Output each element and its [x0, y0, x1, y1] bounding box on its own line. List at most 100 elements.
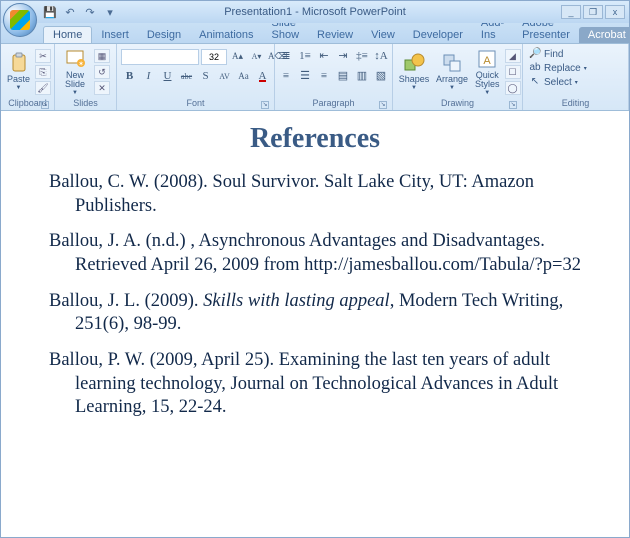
line-spacing-button[interactable]: ‡≡	[354, 48, 371, 65]
align-right-button[interactable]: ≡	[316, 68, 333, 85]
arrange-button[interactable]: Arrange▼	[434, 51, 470, 92]
align-left-button[interactable]: ≡	[278, 68, 295, 85]
shapes-button[interactable]: Shapes▼	[397, 51, 431, 92]
font-name-input[interactable]	[121, 49, 199, 65]
office-button[interactable]	[3, 3, 37, 37]
group-editing-label: Editing	[527, 97, 624, 110]
group-slides: ✶ New Slide ▼ ▦ ↺ ✕ Slides	[55, 44, 117, 110]
reference-entry: Ballou, J. A. (n.d.) , Asynchronous Adva…	[49, 230, 581, 277]
bold-button[interactable]: B	[121, 68, 138, 85]
shapes-icon	[403, 52, 425, 74]
font-size-input[interactable]	[201, 49, 227, 65]
quick-styles-label: Quick Styles	[475, 71, 500, 89]
italic-button[interactable]: I	[140, 68, 157, 85]
copy-button[interactable]: ⎘	[35, 65, 51, 79]
qat-more-icon[interactable]: ▾	[103, 5, 117, 19]
replace-icon: ab	[529, 62, 541, 74]
tab-home[interactable]: Home	[43, 26, 92, 43]
group-paragraph: ≣ 1≡ ⇤ ⇥ ‡≡ ↕A ≡ ☰ ≡ ▤ ▥ ▧ Paragraph↘	[275, 44, 393, 110]
save-icon[interactable]: 💾	[43, 5, 57, 19]
tab-review[interactable]: Review	[308, 27, 362, 43]
group-paragraph-label: Paragraph↘	[279, 97, 388, 110]
format-painter-button[interactable]: 🖌	[35, 81, 51, 95]
decrease-indent-button[interactable]: ⇤	[316, 48, 333, 65]
group-slides-label: Slides	[59, 97, 112, 110]
reference-entry: Ballou, P. W. (2009, April 25). Examinin…	[49, 349, 581, 420]
cut-button[interactable]: ✂	[35, 49, 51, 63]
shadow-button[interactable]: S	[197, 68, 214, 85]
new-slide-button[interactable]: ✶ New Slide ▼	[59, 47, 91, 97]
new-slide-label: New Slide	[65, 71, 85, 89]
slide-title: References	[49, 123, 581, 155]
minimize-button[interactable]: _	[561, 5, 581, 19]
dialog-launcher-icon[interactable]: ↘	[379, 101, 387, 109]
maximize-button[interactable]: ❐	[583, 5, 603, 19]
tab-view[interactable]: View	[362, 27, 404, 43]
tab-animations[interactable]: Animations	[190, 27, 262, 43]
cursor-icon: ↖	[529, 76, 541, 88]
group-font: A▴ A▾ A⌫ B I U abc S AV Aa A Font↘	[117, 44, 275, 110]
dialog-launcher-icon[interactable]: ↘	[509, 101, 517, 109]
chevron-down-icon: ▼	[16, 85, 22, 91]
arrange-label: Arrange	[436, 75, 468, 84]
paste-label: Paste	[7, 75, 30, 84]
bullets-button[interactable]: ≣	[278, 48, 295, 65]
columns-button[interactable]: ▥	[354, 68, 371, 85]
strikethrough-button[interactable]: abc	[178, 68, 195, 85]
group-drawing: Shapes▼ Arrange▼ A Quick Styles▼ ◢ ☐ ◯ D…	[393, 44, 523, 110]
tab-developer[interactable]: Developer	[404, 27, 472, 43]
justify-button[interactable]: ▤	[335, 68, 352, 85]
tab-design[interactable]: Design	[138, 27, 190, 43]
font-color-button[interactable]: A	[254, 68, 271, 85]
svg-text:✶: ✶	[78, 60, 84, 68]
redo-icon[interactable]: ↷	[83, 5, 97, 19]
group-clipboard-label: Clipboard↘	[5, 97, 50, 110]
close-button[interactable]: x	[605, 5, 625, 19]
titlebar: 💾 ↶ ↷ ▾ Presentation1 - Microsoft PowerP…	[1, 1, 629, 23]
reference-entry: Ballou, C. W. (2008). Soul Survivor. Sal…	[49, 171, 581, 218]
underline-button[interactable]: U	[159, 68, 176, 85]
tab-acrobat[interactable]: Acrobat	[579, 27, 630, 43]
change-case-button[interactable]: Aa	[235, 68, 252, 85]
paste-button[interactable]: Paste ▼	[5, 51, 32, 92]
smartart-button[interactable]: ▧	[373, 68, 390, 85]
select-button[interactable]: ↖Select▾	[527, 75, 580, 89]
group-editing: 🔎Find abReplace▾ ↖Select▾ Editing	[523, 44, 629, 110]
slide-content[interactable]: References Ballou, C. W. (2008). Soul Su…	[19, 111, 611, 452]
align-center-button[interactable]: ☰	[297, 68, 314, 85]
replace-button[interactable]: abReplace▾	[527, 61, 589, 75]
group-drawing-label: Drawing↘	[397, 97, 518, 110]
layout-button[interactable]: ▦	[94, 49, 110, 63]
dialog-launcher-icon[interactable]: ↘	[41, 101, 49, 109]
dialog-launcher-icon[interactable]: ↘	[261, 101, 269, 109]
shrink-font-button[interactable]: A▾	[248, 48, 265, 65]
tab-insert[interactable]: Insert	[92, 27, 138, 43]
shape-effects-button[interactable]: ◯	[505, 81, 521, 95]
ribbon-tabs: Home Insert Design Animations Slide Show…	[1, 23, 629, 43]
numbering-button[interactable]: 1≡	[297, 48, 314, 65]
svg-text:A: A	[484, 55, 492, 67]
group-clipboard: Paste ▼ ✂ ⎘ 🖌 Clipboard↘	[1, 44, 55, 110]
arrange-icon	[441, 52, 463, 74]
shape-fill-button[interactable]: ◢	[505, 49, 521, 63]
reset-button[interactable]: ↺	[94, 65, 110, 79]
delete-button[interactable]: ✕	[94, 81, 110, 95]
grow-font-button[interactable]: A▴	[229, 48, 246, 65]
find-button[interactable]: 🔎Find	[527, 47, 565, 61]
app-window: 💾 ↶ ↷ ▾ Presentation1 - Microsoft PowerP…	[0, 0, 630, 538]
shapes-label: Shapes	[399, 75, 430, 84]
text-direction-button[interactable]: ↕A	[373, 48, 390, 65]
quick-styles-button[interactable]: A Quick Styles▼	[473, 47, 502, 97]
ribbon: Paste ▼ ✂ ⎘ 🖌 Clipboard↘ ✶ New Slide	[1, 43, 629, 111]
chevron-down-icon: ▼	[72, 90, 78, 96]
increase-indent-button[interactable]: ⇥	[335, 48, 352, 65]
char-spacing-button[interactable]: AV	[216, 68, 233, 85]
clipboard-icon	[8, 52, 30, 74]
group-font-label: Font↘	[121, 97, 270, 110]
quick-styles-icon: A	[476, 48, 498, 70]
binoculars-icon: 🔎	[529, 48, 541, 60]
undo-icon[interactable]: ↶	[63, 5, 77, 19]
slide-stage[interactable]: References Ballou, C. W. (2008). Soul Su…	[1, 111, 629, 537]
shape-outline-button[interactable]: ☐	[505, 65, 521, 79]
new-slide-icon: ✶	[64, 48, 86, 70]
